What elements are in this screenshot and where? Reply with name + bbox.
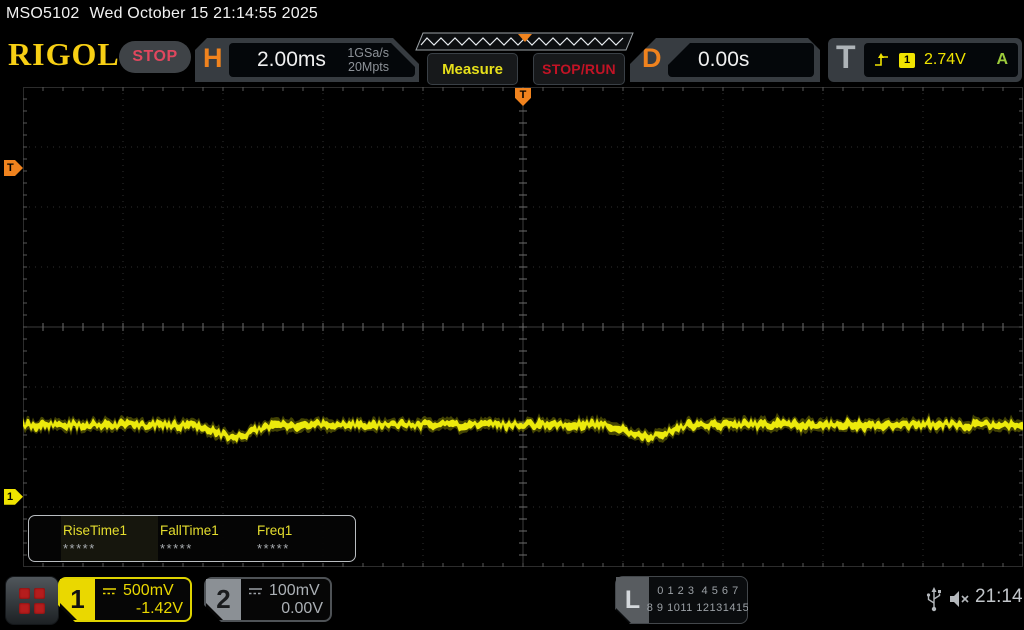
trigger-mode-auto: A	[996, 51, 1008, 68]
measurement-name: RiseTime1	[63, 523, 128, 538]
trigger-level-marker[interactable]: T	[4, 160, 23, 176]
sample-rate: 1GSa/s	[347, 45, 389, 60]
dc-coupling-icon	[248, 586, 263, 596]
memory-position-bar[interactable]	[413, 32, 634, 51]
measure-button[interactable]: Measure	[427, 53, 518, 85]
header-toolbar: RIGOL STOP H 2.00ms 1GSa/s 20Mpts Measur…	[0, 30, 1024, 86]
rising-edge-icon	[875, 53, 888, 66]
rigol-logo: RIGOL	[8, 36, 120, 72]
measurement-falltime[interactable]: FallTime1 *****	[158, 516, 255, 561]
channel2-offset: 0.00V	[281, 599, 323, 617]
digital-channels-row2: 8 9 1011 12131415	[646, 602, 750, 614]
horizontal-settings-block[interactable]: H 2.00ms 1GSa/s 20Mpts	[195, 38, 419, 82]
channel1-marker-label: 1	[7, 490, 14, 503]
clock: 21:14	[975, 586, 1023, 607]
oscilloscope-screen: MSO5102 Wed October 15 21:14:55 2025 RIGO…	[0, 0, 1024, 630]
channel1-block[interactable]: 1 500mV -1.42V	[58, 577, 192, 622]
run-state-badge[interactable]: STOP	[119, 41, 191, 73]
usb-icon	[926, 587, 941, 612]
menu-grid-icon	[19, 587, 45, 614]
trigger-inner: 1 2.74V A	[864, 43, 1018, 77]
horizontal-inner: 2.00ms 1GSa/s 20Mpts	[229, 43, 415, 77]
status-bar: MSO5102 Wed October 15 21:14:55 2025	[6, 5, 328, 23]
ch1-trace	[23, 412, 1023, 446]
trigger-label: T	[836, 39, 856, 75]
delay-inner: 0.00s	[668, 43, 814, 77]
channel2-scale: 100mV	[269, 581, 320, 599]
channel1-scale: 500mV	[123, 581, 174, 599]
measurement-value: *****	[160, 541, 193, 556]
bottom-bar: 1 500mV -1.42V 2 100mV 0.00V L 0 1 2 3 4…	[0, 572, 1024, 630]
horizontal-label: H	[203, 43, 223, 73]
channel1-offset: -1.42V	[135, 599, 183, 617]
speaker-muted-icon[interactable]	[948, 589, 972, 609]
measurement-risetime[interactable]: RiseTime1 *****	[61, 516, 158, 561]
delay-block[interactable]: D 0.00s	[630, 38, 820, 82]
measurement-value: *****	[257, 541, 290, 556]
channel2-number: 2	[206, 579, 241, 620]
measurement-results-panel: RiseTime1 ***** FallTime1 ***** Freq1 **…	[28, 515, 356, 562]
channel2-block[interactable]: 2 100mV 0.00V	[204, 577, 332, 622]
memory-depth: 20Mpts	[348, 60, 389, 74]
logic-analyzer-block[interactable]: L 0 1 2 3 4 5 6 7 8 9 1011 12131415	[615, 576, 748, 624]
measurement-value: *****	[63, 541, 96, 556]
main-menu-button[interactable]	[5, 576, 59, 625]
delay-value: 0.00s	[698, 48, 750, 71]
model-name: MSO5102	[6, 5, 80, 22]
logic-analyzer-label: L	[616, 577, 649, 623]
trigger-source-badge: 1	[899, 52, 915, 68]
measurement-freq[interactable]: Freq1 *****	[255, 516, 352, 561]
memory-waveform-icon	[415, 32, 634, 51]
trigger-block[interactable]: T 1 2.74V A	[828, 38, 1022, 82]
trigger-position-marker-label: T	[519, 89, 527, 101]
delay-label: D	[642, 43, 662, 73]
dc-coupling-icon	[102, 586, 117, 596]
trigger-level-value: 2.74V	[924, 51, 966, 68]
channel1-number: 1	[60, 579, 95, 620]
waveform-display: T 1 T RiseTime1 ***** FallTime1 ***** Fr…	[0, 86, 1024, 572]
timebase-value: 2.00ms	[257, 48, 326, 71]
measurement-name: Freq1	[257, 523, 293, 538]
channel1-position-marker[interactable]: 1	[4, 488, 23, 505]
digital-channels-row1: 0 1 2 3 4 5 6 7	[657, 584, 739, 597]
datetime: Wed October 15 21:14:55 2025	[89, 5, 319, 22]
trigger-level-marker-label: T	[7, 162, 14, 174]
measurement-name: FallTime1	[160, 523, 219, 538]
stop-run-button[interactable]: STOP/RUN	[533, 53, 625, 85]
